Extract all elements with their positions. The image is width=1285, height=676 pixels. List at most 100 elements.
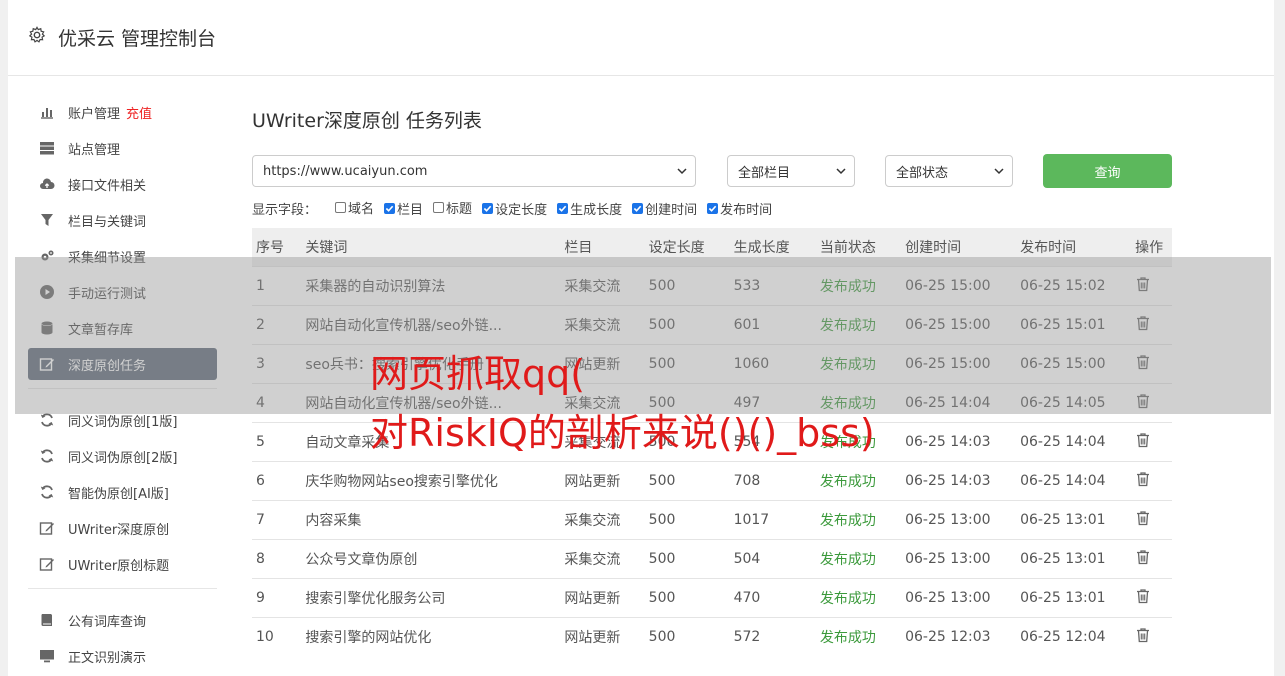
- sidebar-item[interactable]: 站点管理: [28, 132, 217, 164]
- sidebar-item-label: 智能伪原创[AI版]: [68, 486, 169, 502]
- sidebar-item[interactable]: 智能伪原创[AI版]: [28, 476, 217, 508]
- watermark-line-1: 网页抓取qq(: [370, 352, 586, 396]
- table-cell: 06-25 13:01: [1016, 538, 1132, 578]
- checkbox-checked-icon[interactable]: [707, 203, 719, 214]
- trash-icon[interactable]: [1135, 549, 1151, 565]
- table-row: 9 搜索引擎优化服务公司 网站更新 500 470 发布成功 06-25 13:00 06-2…: [252, 577, 1172, 617]
- table-cell: 网站更新: [560, 460, 645, 500]
- table-cell: 内容采集: [301, 499, 561, 539]
- sidebar-item[interactable]: UWriter原创标题: [28, 548, 217, 580]
- filter-bar: https://www.ucaiyun.com 全部栏目 全部状态 查询: [252, 154, 1172, 188]
- status-select[interactable]: 全部状态: [885, 155, 1013, 187]
- table-cell: 470: [729, 577, 816, 617]
- action-cell: [1131, 616, 1172, 656]
- field-checkbox[interactable]: 创建时间: [632, 199, 697, 218]
- refresh-icon: [38, 483, 56, 501]
- checkbox-unchecked-icon[interactable]: [433, 202, 445, 213]
- table-cell: 5: [252, 421, 302, 461]
- recharge-link[interactable]: 充值: [126, 103, 152, 122]
- watermark-line-2: 对RiskIQ的剖析来说()()_bss): [370, 411, 875, 455]
- sidebar-item[interactable]: 公有词库查询: [28, 604, 217, 636]
- trash-icon[interactable]: [1135, 432, 1151, 448]
- sidebar-item-label: 正文识别演示: [68, 650, 147, 666]
- sidebar-item[interactable]: UWriter深度原创: [28, 512, 217, 544]
- field-checkbox[interactable]: 发布时间: [707, 199, 772, 218]
- table-cell: 7: [252, 499, 302, 539]
- status-select-value: 全部状态: [896, 165, 949, 181]
- field-checkbox[interactable]: 设定长度: [482, 199, 547, 218]
- field-checkbox[interactable]: 标题: [433, 198, 472, 217]
- action-cell: [1131, 499, 1172, 539]
- trash-icon[interactable]: [1135, 588, 1151, 604]
- table-cell: 10: [252, 616, 302, 656]
- table-cell: 9: [252, 577, 302, 617]
- table-cell: 500: [644, 538, 730, 578]
- field-checkbox[interactable]: 栏目: [384, 199, 423, 218]
- sidebar-item[interactable]: 账户管理 充值: [28, 96, 217, 128]
- book-icon: [38, 611, 56, 629]
- filter-icon: [38, 211, 56, 229]
- table-cell: 发布成功: [815, 577, 902, 617]
- fields-label: 显示字段：: [252, 202, 318, 218]
- table-row: 7 内容采集 采集交流 500 1017 发布成功 06-25 13:00 06-25 13:…: [252, 499, 1172, 539]
- checkbox-checked-icon[interactable]: [384, 203, 396, 214]
- table-cell: 采集交流: [560, 499, 645, 539]
- field-checkbox[interactable]: 生成长度: [557, 199, 622, 218]
- field-label: 域名: [348, 202, 375, 217]
- site-select[interactable]: https://www.ucaiyun.com: [252, 155, 696, 187]
- checkbox-checked-icon[interactable]: [557, 203, 569, 214]
- sidebar-item[interactable]: 正文识别演示: [28, 640, 217, 672]
- table-cell: 6: [252, 460, 302, 500]
- trash-icon[interactable]: [1135, 510, 1151, 526]
- trash-icon[interactable]: [1135, 471, 1151, 487]
- cloud-upload-icon: [38, 175, 56, 193]
- table-cell: 06-25 14:03: [901, 421, 1017, 461]
- table-cell: 06-25 14:04: [1016, 421, 1132, 461]
- action-cell: [1131, 421, 1172, 461]
- edit-icon: [38, 519, 56, 537]
- query-button[interactable]: 查询: [1043, 154, 1172, 188]
- table-cell: 572: [729, 616, 816, 656]
- site-select-value: https://www.ucaiyun.com: [263, 163, 428, 179]
- table-cell: 06-25 12:04: [1016, 616, 1132, 656]
- checkbox-checked-icon[interactable]: [482, 203, 494, 214]
- sidebar-item-label: 同义词伪原创[2版]: [68, 450, 178, 466]
- sidebar-item[interactable]: 接口文件相关: [28, 168, 217, 200]
- table-cell: 搜索引擎的网站优化: [301, 616, 561, 656]
- monitor-icon: [38, 647, 56, 665]
- table-cell: 搜索引擎优化服务公司: [301, 577, 561, 617]
- table-cell: 06-25 13:00: [901, 499, 1017, 539]
- table-cell: 06-25 13:01: [1016, 577, 1132, 617]
- sidebar-item-label: UWriter深度原创: [68, 522, 170, 538]
- table-cell: 发布成功: [815, 538, 902, 578]
- nav-divider: [28, 588, 217, 589]
- table-cell: 采集交流: [560, 538, 645, 578]
- refresh-icon: [38, 447, 56, 465]
- sidebar-item-label: 站点管理: [68, 142, 121, 158]
- action-cell: [1131, 538, 1172, 578]
- table-cell: 发布成功: [815, 460, 902, 500]
- field-label: 标题: [446, 202, 473, 217]
- trash-icon[interactable]: [1135, 627, 1151, 643]
- edit-icon: [38, 555, 56, 573]
- table-cell: 06-25 13:00: [901, 577, 1017, 617]
- table-cell: 06-25 13:01: [1016, 499, 1132, 539]
- sidebar-item[interactable]: 栏目与关键词: [28, 204, 217, 236]
- table-cell: 网站更新: [560, 616, 645, 656]
- checkbox-unchecked-icon[interactable]: [335, 202, 347, 213]
- chevron-down-icon: [994, 168, 1004, 175]
- page-title: UWriter深度原创 任务列表: [252, 110, 482, 132]
- checkbox-checked-icon[interactable]: [632, 203, 644, 214]
- column-select[interactable]: 全部栏目: [727, 155, 855, 187]
- table-cell: 1017: [729, 499, 816, 539]
- gear-icon: [28, 26, 46, 43]
- table-cell: 500: [644, 577, 730, 617]
- app-title: 优采云 管理控制台: [58, 28, 217, 50]
- field-label: 设定长度: [495, 203, 548, 218]
- table-row: 10 搜索引擎的网站优化 网站更新 500 572 发布成功 06-25 12:03 06-2…: [252, 616, 1172, 656]
- server-icon: [38, 139, 56, 157]
- table-cell: 8: [252, 538, 302, 578]
- field-checkbox[interactable]: 域名: [335, 198, 374, 217]
- sidebar-item[interactable]: 同义词伪原创[2版]: [28, 440, 217, 472]
- sidebar-item-label: 公有词库查询: [68, 614, 147, 630]
